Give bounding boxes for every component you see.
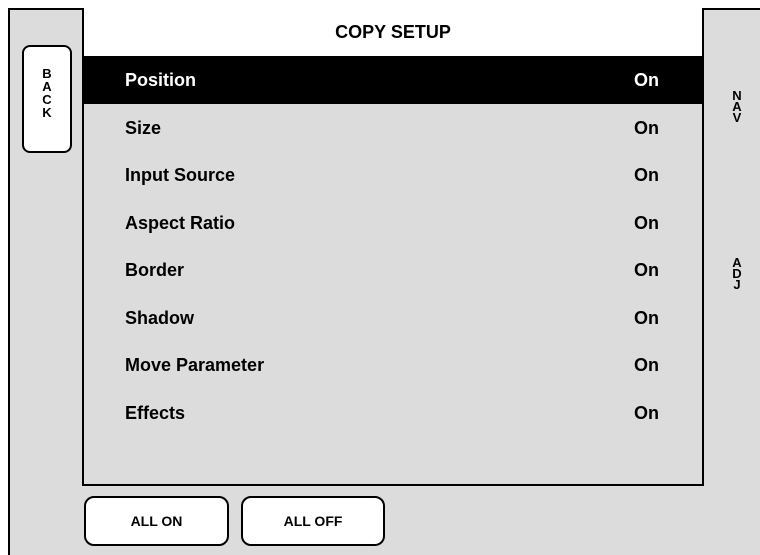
row-label: Effects [125,402,186,423]
row-label: Shadow [125,307,195,328]
row-label: Aspect Ratio [125,212,236,233]
all-off-button[interactable]: ALL OFF [241,496,385,546]
list-item-size[interactable]: Size On [84,104,702,152]
adj-letter: J [733,277,741,292]
row-label: Input Source [125,164,236,185]
row-value: On [634,402,659,423]
back-button[interactable]: B A C K [22,45,72,153]
copy-setup-panel: COPY SETUP Position On Size On Input Sou… [82,8,704,486]
row-label: Position [125,69,196,90]
row-label: Border [125,259,185,280]
row-value: On [634,164,659,185]
row-value: On [634,117,659,138]
row-label: Size [125,117,162,138]
list-item-border[interactable]: Border On [84,246,702,294]
row-value: On [634,307,659,328]
row-value: On [634,212,659,233]
list-item-position[interactable]: Position On [84,56,702,104]
row-label: Move Parameter [125,354,265,375]
adj-softkey-label[interactable]: A D J [727,256,747,292]
list-item-move-parameter[interactable]: Move Parameter On [84,341,702,389]
page-title: COPY SETUP [84,8,702,56]
nav-letter: V [732,110,742,125]
row-value: On [634,259,659,280]
all-on-button[interactable]: ALL ON [84,496,229,546]
row-value: On [634,354,659,375]
row-value: On [634,69,659,90]
list-item-shadow[interactable]: Shadow On [84,294,702,342]
list-item-effects[interactable]: Effects On [84,389,702,437]
list-item-input-source[interactable]: Input Source On [84,151,702,199]
back-letter: K [42,105,52,120]
nav-softkey-label[interactable]: N A V [727,89,747,125]
list-item-aspect-ratio[interactable]: Aspect Ratio On [84,199,702,247]
